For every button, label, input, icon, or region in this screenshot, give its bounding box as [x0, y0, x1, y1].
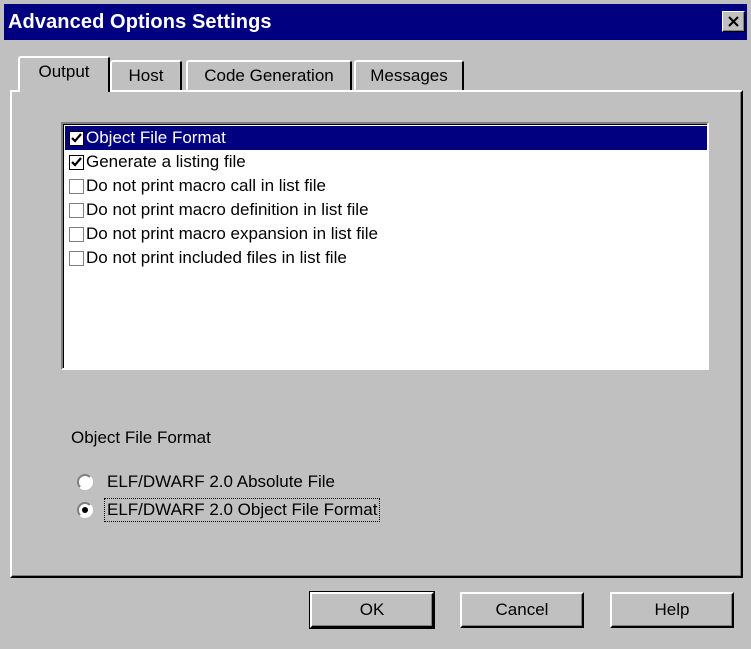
tab-host[interactable]: Host	[110, 60, 182, 90]
radio-button-absolute-file[interactable]	[77, 474, 93, 490]
checkbox-no-macro-call[interactable]	[69, 179, 84, 194]
list-item-label: Do not print macro definition in list fi…	[86, 200, 369, 219]
tab-messages-label: Messages	[370, 66, 448, 85]
tab-output-label: Output	[38, 62, 90, 81]
help-button[interactable]: Help	[610, 592, 734, 628]
list-item-no-macro-expansion[interactable]: Do not print macro expansion in list fil…	[65, 222, 707, 246]
list-item-label: Do not print included files in list file	[86, 248, 347, 267]
list-item-generate-listing[interactable]: Generate a listing file	[65, 150, 707, 174]
title-bar[interactable]: Advanced Options Settings	[4, 4, 747, 40]
close-button[interactable]	[722, 11, 745, 32]
object-file-format-label: Object File Format	[71, 428, 211, 447]
checkbox-no-macro-expansion[interactable]	[69, 227, 84, 242]
radio-label: ELF/DWARF 2.0 Absolute File	[107, 472, 336, 491]
output-options-listbox[interactable]: Object File Format Generate a listing fi…	[61, 122, 709, 370]
tab-code-generation[interactable]: Code Generation	[186, 60, 352, 90]
checkbox-object-file-format[interactable]	[69, 131, 84, 146]
advanced-options-dialog: Advanced Options Settings Output Host Co…	[0, 0, 751, 649]
output-tab-panel: Object File Format Generate a listing fi…	[10, 90, 743, 578]
list-item-label: Do not print macro expansion in list fil…	[86, 224, 378, 243]
tab-host-label: Host	[128, 66, 164, 85]
checkbox-generate-listing[interactable]	[69, 155, 84, 170]
list-item-no-macro-call[interactable]: Do not print macro call in list file	[65, 174, 707, 198]
list-item-label: Do not print macro call in list file	[86, 176, 326, 195]
list-item-object-file-format[interactable]: Object File Format	[65, 126, 707, 150]
list-item-no-macro-definition[interactable]: Do not print macro definition in list fi…	[65, 198, 707, 222]
tab-output[interactable]: Output	[18, 56, 110, 92]
checkbox-no-included-files[interactable]	[69, 251, 84, 266]
tab-messages[interactable]: Messages	[354, 60, 464, 90]
list-item-label: Object File Format	[86, 128, 226, 147]
checkmark-icon	[71, 157, 82, 167]
close-icon	[728, 16, 739, 27]
checkbox-no-macro-definition[interactable]	[69, 203, 84, 218]
checkmark-icon	[71, 133, 82, 143]
tab-code-generation-label: Code Generation	[204, 66, 334, 85]
list-item-no-included-files[interactable]: Do not print included files in list file	[65, 246, 707, 270]
cancel-button[interactable]: Cancel	[460, 592, 584, 628]
list-item-label: Generate a listing file	[86, 152, 246, 171]
window-title: Advanced Options Settings	[8, 11, 272, 33]
ok-button[interactable]: OK	[309, 591, 435, 629]
radio-button-object-file-format[interactable]	[77, 502, 93, 518]
radio-label: ELF/DWARF 2.0 Object File Format	[103, 498, 381, 522]
radio-selected-dot	[82, 507, 88, 513]
